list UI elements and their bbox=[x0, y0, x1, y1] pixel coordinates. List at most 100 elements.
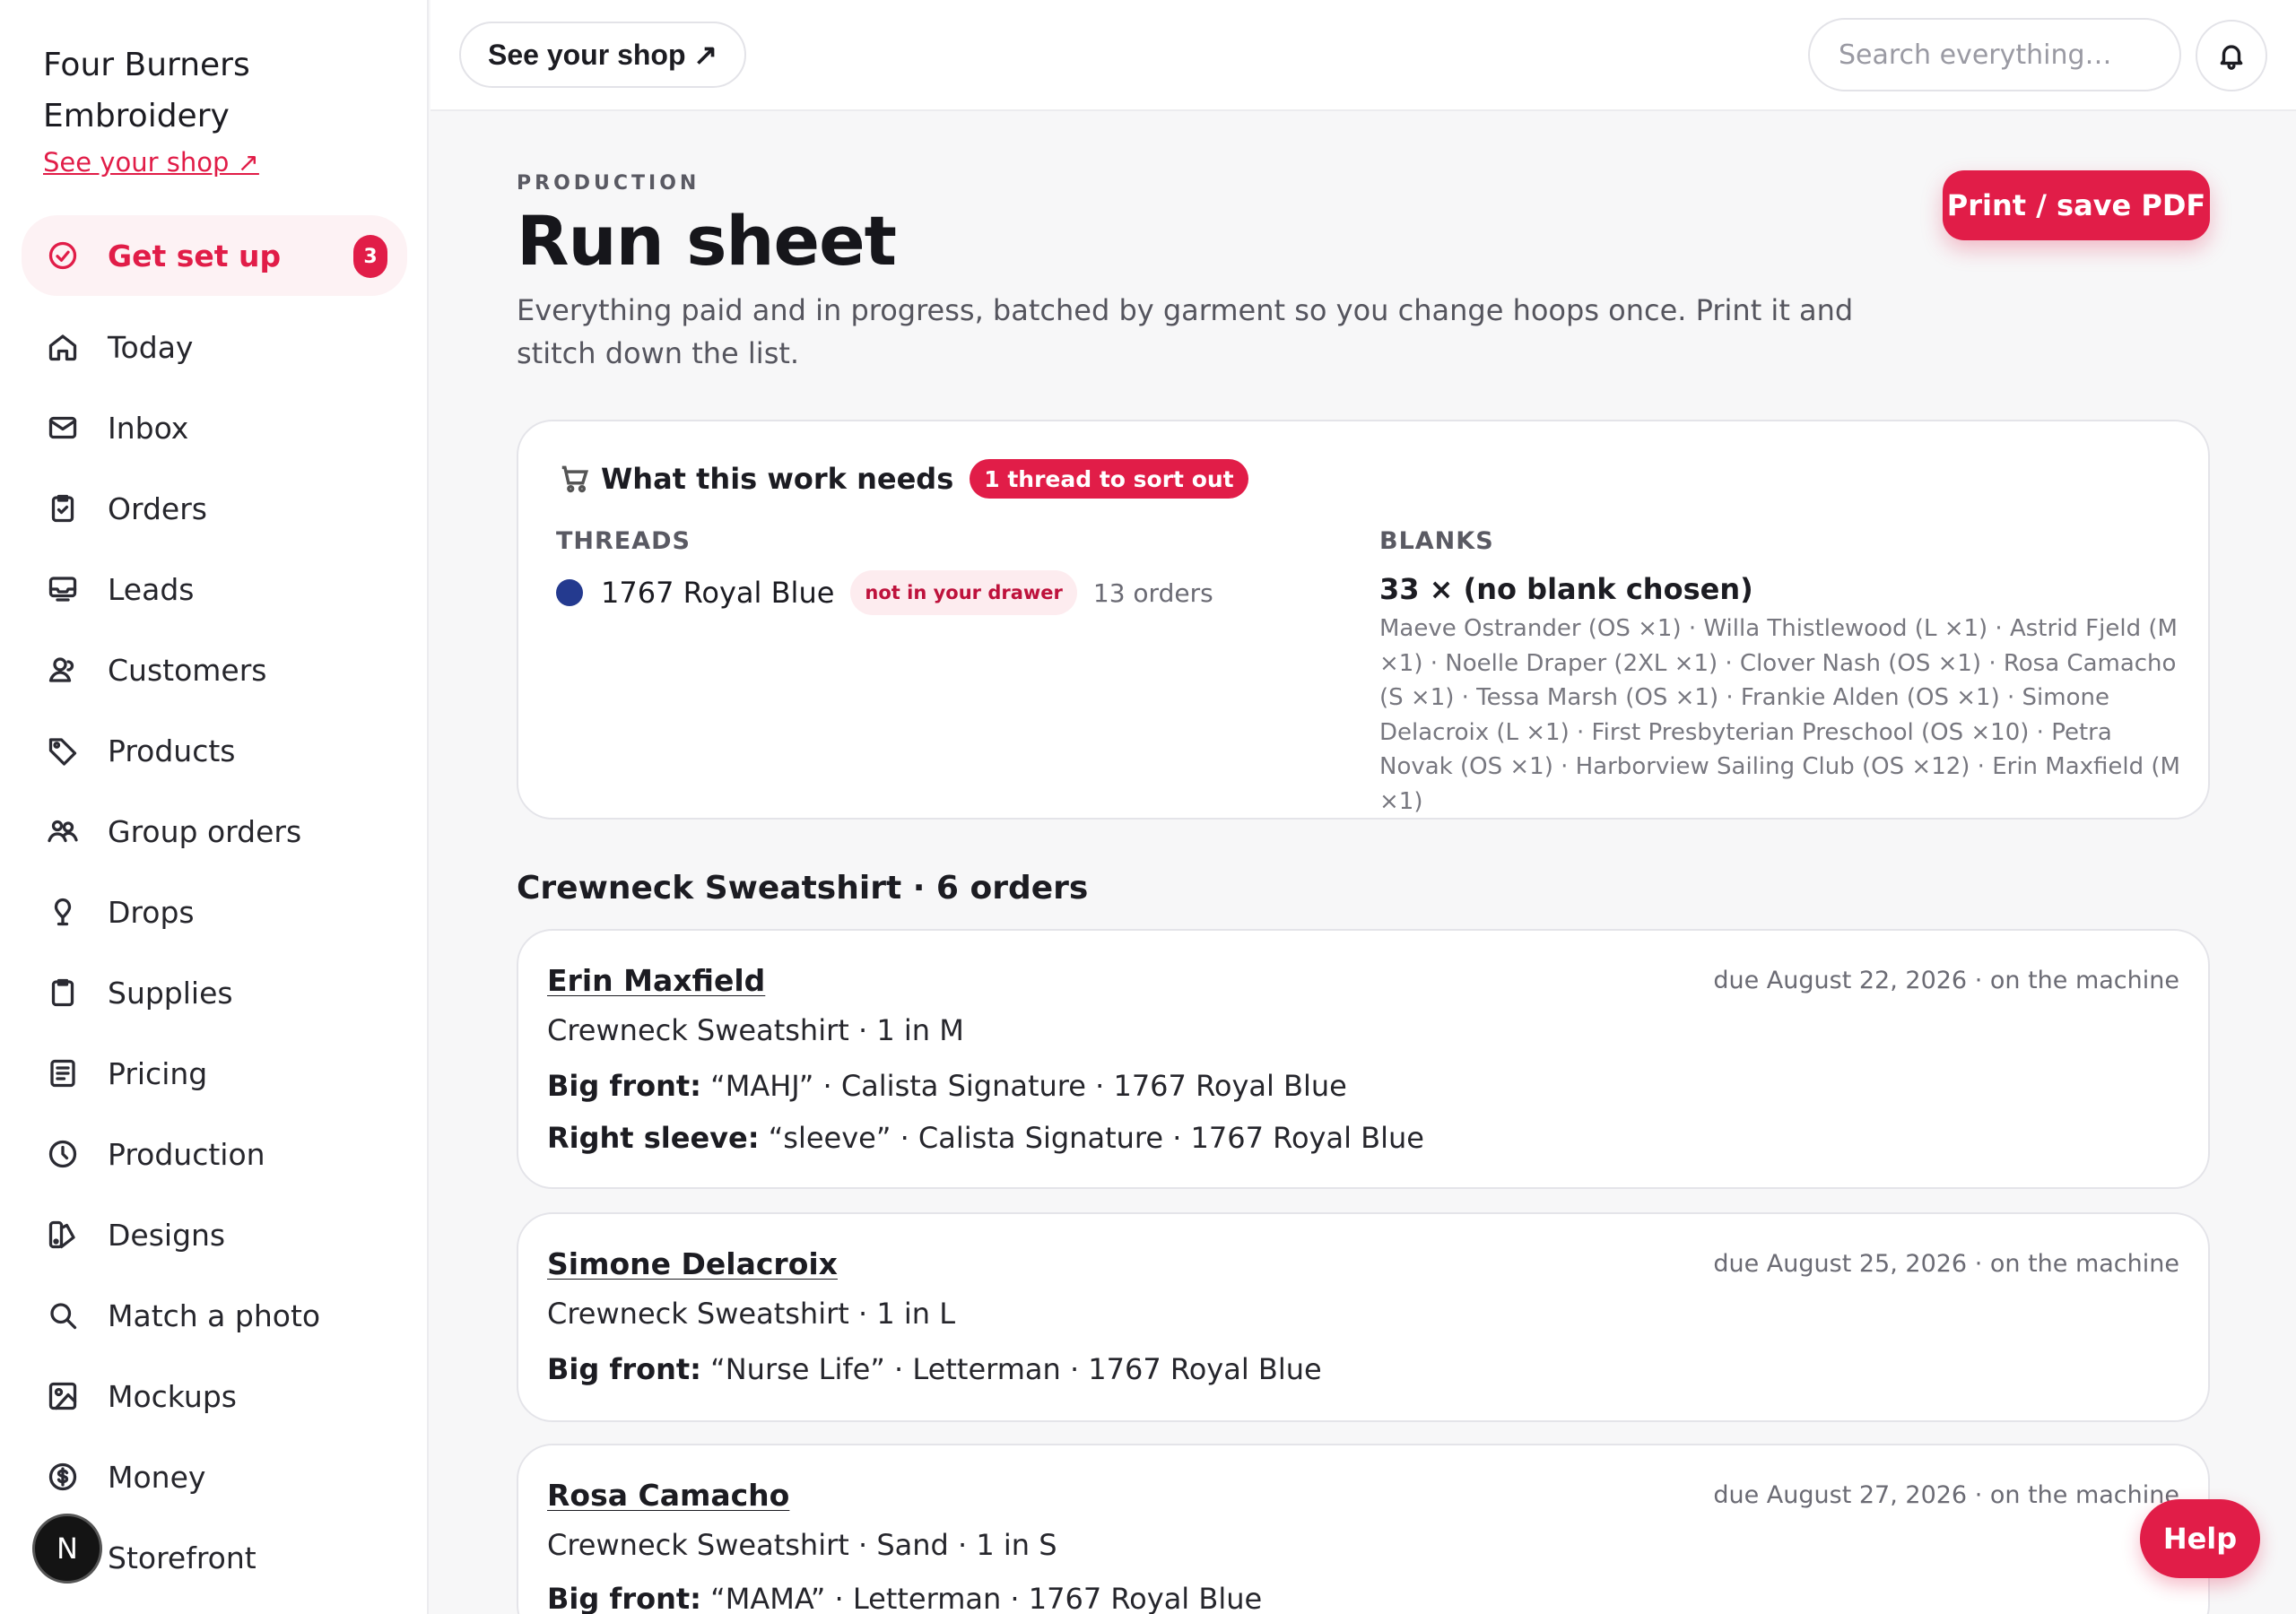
sidebar: Four Burners Embroidery See your shop ↗ … bbox=[0, 0, 429, 1614]
dev-tools-badge[interactable]: N bbox=[32, 1514, 102, 1584]
thread-row: 1767 Royal Blue not in your drawer 13 or… bbox=[556, 570, 1213, 615]
mail-icon bbox=[45, 410, 81, 446]
print-save-pdf-button[interactable]: Print / save PDF bbox=[1943, 170, 2210, 240]
top-bar: See your shop ↗ bbox=[430, 0, 2296, 111]
notifications-button[interactable] bbox=[2196, 20, 2267, 91]
thread-order-count: 13 orders bbox=[1092, 577, 1213, 608]
dollar-circle-icon bbox=[45, 1459, 81, 1495]
order-placement: Right sleeve: “sleeve” · Calista Signatu… bbox=[547, 1121, 1424, 1155]
placement-label: Right sleeve: bbox=[547, 1121, 760, 1155]
work-needs-card: What this work needs 1 thread to sort ou… bbox=[517, 420, 2210, 820]
order-due-status: due August 27, 2026 · on the machine bbox=[1713, 1481, 2179, 1509]
sidebar-item-group-orders[interactable]: Group orders bbox=[22, 791, 407, 872]
users-icon bbox=[45, 652, 81, 688]
placement-detail: “Nurse Life” · Letterman · 1767 Royal Bl… bbox=[710, 1352, 1322, 1386]
order-card: Simone Delacroix due August 25, 2026 · o… bbox=[517, 1212, 2210, 1422]
clipboard-icon bbox=[45, 975, 81, 1011]
sidebar-item-label: Storefront bbox=[108, 1540, 257, 1575]
image-icon bbox=[45, 1378, 81, 1414]
threads-label: THREADS bbox=[556, 527, 691, 555]
cart-icon bbox=[561, 465, 589, 493]
sidebar-item-pricing[interactable]: Pricing bbox=[22, 1033, 407, 1114]
home-icon bbox=[45, 329, 81, 365]
group-icon bbox=[45, 813, 81, 849]
placement-detail: “MAMA” · Letterman · 1767 Royal Blue bbox=[710, 1582, 1263, 1614]
blank-customer-list: Maeve Ostrander (OS ×1) · Willa Thistlew… bbox=[1379, 615, 2180, 815]
sidebar-item-customers[interactable]: Customers bbox=[22, 629, 407, 710]
brand: Four Burners Embroidery See your shop ↗ bbox=[43, 39, 402, 178]
sidebar-item-label: Pricing bbox=[108, 1055, 208, 1091]
sidebar-item-label: Inbox bbox=[108, 410, 189, 446]
search-icon bbox=[45, 1297, 81, 1333]
page-subtitle: Everything paid and in progress, batched… bbox=[517, 293, 1854, 370]
order-garment: Crewneck Sweatshirt · 1 in M bbox=[547, 1013, 964, 1047]
clipboard-check-icon bbox=[45, 490, 81, 526]
sidebar-item-production[interactable]: Production bbox=[22, 1114, 407, 1194]
page-title: Run sheet bbox=[517, 201, 897, 281]
thread-status-pill: not in your drawer bbox=[850, 570, 1077, 615]
order-garment: Crewneck Sweatshirt · 1 in L bbox=[547, 1297, 956, 1331]
order-due-status: due August 22, 2026 · on the machine bbox=[1713, 967, 2179, 994]
placement-label: Big front: bbox=[547, 1582, 701, 1614]
placement-detail: “sleeve” · Calista Signature · 1767 Roya… bbox=[768, 1121, 1424, 1155]
sidebar-item-leads[interactable]: Leads bbox=[22, 549, 407, 629]
blank-summary: 33 × (no blank chosen) bbox=[1379, 572, 1753, 606]
order-placement: Big front: “MAMA” · Letterman · 1767 Roy… bbox=[547, 1582, 1262, 1614]
order-customer-link[interactable]: Rosa Camacho bbox=[547, 1478, 789, 1513]
sidebar-item-designs[interactable]: Designs bbox=[22, 1194, 407, 1275]
sidebar-item-match-a-photo[interactable]: Match a photo bbox=[22, 1275, 407, 1356]
check-circle-icon bbox=[45, 238, 81, 273]
brand-name-line1: Four Burners bbox=[43, 47, 250, 83]
sidebar-item-get-set-up[interactable]: Get set up 3 bbox=[22, 215, 407, 296]
brand-name-line2: Embroidery bbox=[43, 98, 230, 134]
sidebar-item-label: Drops bbox=[108, 894, 195, 930]
sidebar-item-orders[interactable]: Orders bbox=[22, 468, 407, 549]
sidebar-item-label: Products bbox=[108, 733, 236, 768]
sidebar-nav: Get set up 3 Today Inbox Orders Leads Cu… bbox=[22, 215, 407, 1598]
clock-icon bbox=[45, 1136, 81, 1172]
see-your-shop-button[interactable]: See your shop ↗ bbox=[459, 22, 747, 88]
sidebar-item-today[interactable]: Today bbox=[22, 307, 407, 387]
sidebar-item-label: Orders bbox=[108, 490, 207, 526]
page-eyebrow: PRODUCTION bbox=[517, 172, 700, 195]
inbox-tray-icon bbox=[45, 571, 81, 607]
work-needs-title: What this work needs bbox=[601, 462, 954, 496]
order-placement: Big front: “MAHJ” · Calista Signature · … bbox=[547, 1069, 1347, 1103]
order-due-status: due August 25, 2026 · on the machine bbox=[1713, 1250, 2179, 1278]
sidebar-item-label: Production bbox=[108, 1136, 265, 1172]
garment-section-title: Crewneck Sweatshirt · 6 orders bbox=[517, 870, 1089, 907]
tag-icon bbox=[45, 733, 81, 768]
see-your-shop-link[interactable]: See your shop ↗ bbox=[43, 147, 259, 178]
sidebar-item-label: Customers bbox=[108, 652, 267, 688]
order-customer-link[interactable]: Simone Delacroix bbox=[547, 1246, 838, 1281]
sidebar-item-mockups[interactable]: Mockups bbox=[22, 1356, 407, 1436]
sidebar-item-money[interactable]: Money bbox=[22, 1436, 407, 1517]
sidebar-item-label: Supplies bbox=[108, 975, 233, 1011]
bell-icon bbox=[2220, 45, 2243, 70]
sidebar-item-inbox[interactable]: Inbox bbox=[22, 387, 407, 468]
sidebar-item-label: Mockups bbox=[108, 1378, 237, 1414]
thread-color-swatch bbox=[556, 579, 583, 606]
drop-pin-icon bbox=[45, 894, 81, 930]
sidebar-item-label: Today bbox=[108, 329, 194, 365]
order-card: Rosa Camacho due August 27, 2026 · on th… bbox=[517, 1444, 2210, 1614]
sidebar-item-products[interactable]: Products bbox=[22, 710, 407, 791]
sidebar-item-label: Get set up bbox=[108, 238, 282, 273]
sidebar-item-supplies[interactable]: Supplies bbox=[22, 952, 407, 1033]
thread-name: 1767 Royal Blue bbox=[601, 576, 835, 610]
thread-alert-pill: 1 thread to sort out bbox=[970, 459, 1248, 499]
sidebar-item-label: Group orders bbox=[108, 813, 302, 849]
work-needs-header: What this work needs 1 thread to sort ou… bbox=[558, 459, 1248, 499]
sidebar-item-label: Leads bbox=[108, 571, 195, 607]
order-garment: Crewneck Sweatshirt · Sand · 1 in S bbox=[547, 1528, 1057, 1562]
sidebar-item-label: Designs bbox=[108, 1217, 226, 1253]
help-button[interactable]: Help bbox=[2140, 1499, 2260, 1578]
placement-label: Big front: bbox=[547, 1352, 701, 1386]
sidebar-item-label: Match a photo bbox=[108, 1297, 321, 1333]
placement-label: Big front: bbox=[547, 1069, 701, 1103]
order-customer-link[interactable]: Erin Maxfield bbox=[547, 963, 765, 998]
sidebar-item-drops[interactable]: Drops bbox=[22, 872, 407, 952]
blanks-label: BLANKS bbox=[1379, 527, 1494, 555]
search-input[interactable] bbox=[1808, 18, 2181, 91]
placement-detail: “MAHJ” · Calista Signature · 1767 Royal … bbox=[710, 1069, 1347, 1103]
